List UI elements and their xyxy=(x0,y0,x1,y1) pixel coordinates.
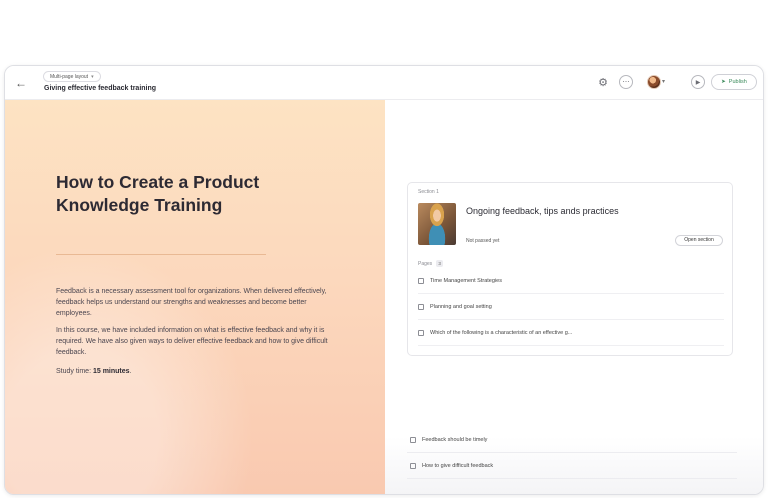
page-label: Feedback should be timely xyxy=(422,436,488,443)
page-icon xyxy=(418,277,424,284)
layout-label: Multi-page layout xyxy=(50,73,89,80)
page-item[interactable]: How to give difficult feedback xyxy=(407,453,737,479)
section-label: Section 1 xyxy=(418,189,439,195)
course-outline: Section 1 Ongoing feedback, tips ands pr… xyxy=(385,100,763,494)
avatar[interactable] xyxy=(647,75,661,89)
page-icon xyxy=(418,303,424,310)
page-icon xyxy=(418,329,424,336)
page-label: Time Management Strategies xyxy=(430,277,502,284)
section-title: Ongoing feedback, tips ands practices xyxy=(466,206,619,216)
study-time: Study time: 15 minutes. xyxy=(56,366,336,377)
section-status: Not passed yet xyxy=(466,238,500,244)
gear-icon[interactable]: ⚙ xyxy=(596,75,610,89)
rocket-icon: ➤ xyxy=(721,79,726,85)
study-time-label: Study time: xyxy=(56,368,92,375)
study-time-suffix: . xyxy=(129,368,132,375)
pages-label: Pages xyxy=(418,260,433,267)
study-time-value: 15 minutes xyxy=(92,368,130,375)
page-item[interactable]: Planning and goal setting xyxy=(418,294,724,320)
course-title: Giving effective feedback training xyxy=(44,85,157,92)
quiz-page-icon xyxy=(410,462,416,469)
pages-count-badge: 3 xyxy=(436,260,444,267)
cover-title: How to Create a Product Knowledge Traini… xyxy=(56,172,260,215)
page-item[interactable]: Time Management Strategies xyxy=(418,268,724,294)
open-section-button[interactable]: Open section xyxy=(675,235,723,246)
layout-selector[interactable]: Multi-page layout ▾ xyxy=(43,71,101,82)
page-icon xyxy=(410,436,416,443)
page-label: How to give difficult feedback xyxy=(422,462,494,469)
play-icon[interactable]: ▶ xyxy=(691,75,705,89)
chevron-down-icon: ▾ xyxy=(91,73,94,80)
section-thumbnail xyxy=(418,203,456,245)
course-cover: How to Create a Product Knowledge Traini… xyxy=(5,100,385,494)
pages-header: Pages 3 xyxy=(418,260,444,267)
page-item[interactable]: Which of the following is a characterist… xyxy=(418,320,724,346)
publish-label: Publish xyxy=(728,79,747,85)
chevron-down-icon[interactable]: ▾ xyxy=(662,78,665,85)
page-label: Which of the following is a characterist… xyxy=(430,329,573,336)
section-card[interactable]: Section 1 Ongoing feedback, tips ands pr… xyxy=(407,182,733,356)
top-bar: ← Multi-page layout ▾ Giving effective f… xyxy=(5,66,763,100)
app-window: ← Multi-page layout ▾ Giving effective f… xyxy=(4,65,764,495)
cover-paragraph-1: Feedback is a necessary assessment tool … xyxy=(56,288,327,317)
publish-button[interactable]: ➤ Publish xyxy=(711,74,757,90)
cover-divider xyxy=(56,254,266,255)
cover-paragraph-2: In this course, we have included informa… xyxy=(56,327,328,356)
comment-icon[interactable]: ⋯ xyxy=(619,75,633,89)
page-label: Planning and goal setting xyxy=(430,303,492,310)
arrow-left-icon[interactable]: ← xyxy=(13,75,29,91)
page-item[interactable]: Feedback should be timely xyxy=(407,427,737,453)
